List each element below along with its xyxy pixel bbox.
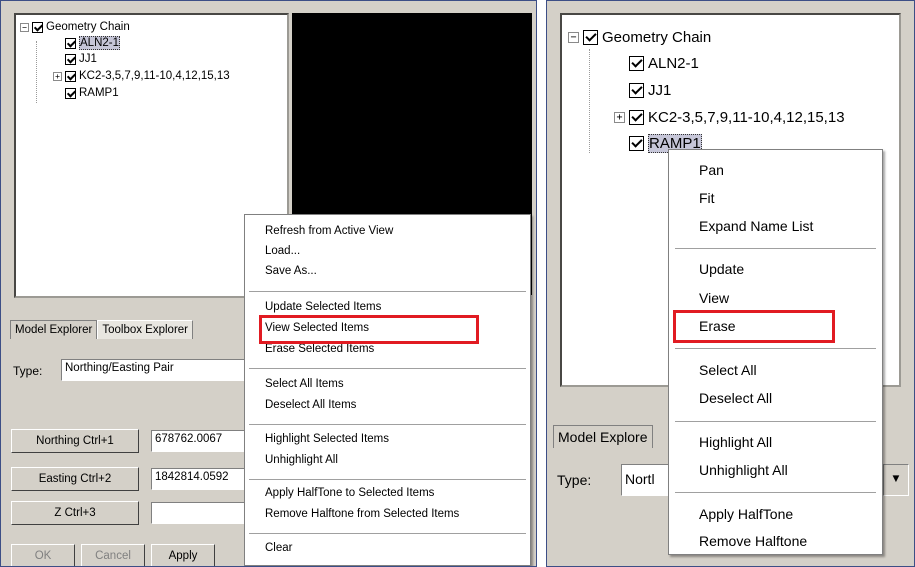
tab-toolbox-explorer[interactable]: Toolbox Explorer [97,320,193,339]
menu-item-select-all[interactable]: Select All Items [265,378,344,390]
expand-icon[interactable]: + [614,112,625,123]
menu-item-apply-halftone[interactable]: Apply HalfTone [699,506,793,522]
tree-item-label[interactable]: JJ1 [648,82,671,99]
tree-root[interactable]: − Geometry Chain [568,29,711,46]
tree-item-label[interactable]: JJ1 [79,53,97,65]
checkbox-icon[interactable] [65,70,76,82]
tree-item-label[interactable]: KC2-3,5,7,9,11-10,4,12,15,13 [79,70,230,82]
z-button[interactable]: Z Ctrl+3 [11,501,139,525]
tree-item-label[interactable]: RAMP1 [79,87,119,99]
menu-item-fit[interactable]: Fit [699,190,715,206]
context-menu: Refresh from Active View Load... Save As… [244,214,531,566]
menu-item-remove-halftone[interactable]: Remove Halftone [699,533,807,549]
menu-item-erase-selected[interactable]: Erase Selected Items [265,343,374,355]
chevron-down-icon: ▼ [890,473,902,485]
checkbox-icon[interactable] [629,56,644,71]
tree-root-label[interactable]: Geometry Chain [46,21,130,33]
cancel-button[interactable]: Cancel [81,544,145,566]
menu-item-update[interactable]: Update [699,261,744,277]
explorer-tabs: Model Explore [553,425,653,448]
type-label: Type: [557,472,592,488]
northing-button[interactable]: Northing Ctrl+1 [11,429,139,453]
menu-item-deselect-all[interactable]: Deselect All Items [265,399,356,411]
checkbox-icon[interactable] [32,21,43,33]
menu-item-load[interactable]: Load... [265,245,300,257]
checkbox-icon[interactable] [65,87,76,99]
type-label: Type: [13,364,43,378]
left-screenshot-panel: − Geometry Chain ALN2-1 JJ1 + KC2-3,5,7,… [0,0,537,567]
menu-item-update-selected[interactable]: Update Selected Items [265,301,381,313]
menu-item-unhighlight-all[interactable]: Unhighlight All [699,462,788,478]
menu-item-expand-name-list[interactable]: Expand Name List [699,218,813,234]
tab-model-explorer[interactable]: Model Explorer [10,320,98,339]
menu-item-remove-halftone[interactable]: Remove Halftone from Selected Items [265,508,459,520]
menu-separator [675,421,876,422]
expand-icon[interactable]: + [53,71,62,81]
menu-item-deselect-all[interactable]: Deselect All [699,390,772,406]
menu-separator [249,368,526,369]
checkbox-icon[interactable] [65,53,76,65]
menu-separator [249,424,526,425]
menu-item-refresh[interactable]: Refresh from Active View [265,225,393,237]
menu-item-save-as[interactable]: Save As... [265,265,317,277]
menu-item-view[interactable]: View [699,290,729,306]
tree-item-kc2[interactable]: + KC2-3,5,7,9,11-10,4,12,15,13 [53,70,230,82]
menu-item-pan[interactable]: Pan [699,162,724,178]
menu-separator [675,248,876,249]
tree-item-label[interactable]: ALN2-1 [79,36,120,50]
highlight-box [259,315,479,344]
type-select[interactable]: Northing/Easting Pair [61,359,246,381]
context-menu: Pan Fit Expand Name List Update View Era… [668,149,883,555]
tree-root[interactable]: − Geometry Chain [20,21,130,33]
tree-item-jj1[interactable]: JJ1 [65,53,97,65]
tree-item-kc2[interactable]: + KC2-3,5,7,9,11-10,4,12,15,13 [614,109,845,126]
collapse-icon[interactable]: − [568,32,579,43]
menu-separator [675,348,876,349]
menu-item-highlight-all[interactable]: Highlight All [699,434,772,450]
menu-separator [675,492,876,493]
menu-separator [249,533,526,534]
tree-item-label[interactable]: ALN2-1 [648,55,699,72]
ok-button[interactable]: OK [11,544,75,566]
tree-root-label[interactable]: Geometry Chain [602,29,711,46]
tree-item-aln2-1[interactable]: ALN2-1 [629,55,699,72]
menu-item-apply-halftone[interactable]: Apply HalfTone to Selected Items [265,487,434,499]
menu-item-clear[interactable]: Clear [265,542,292,554]
type-select-dropdown[interactable]: ▼ [883,464,909,496]
apply-button[interactable]: Apply [151,544,215,566]
z-field[interactable] [151,502,246,524]
menu-item-highlight-selected[interactable]: Highlight Selected Items [265,433,389,445]
checkbox-icon[interactable] [583,30,598,45]
menu-item-select-all[interactable]: Select All [699,362,757,378]
tree-item-jj1[interactable]: JJ1 [629,82,671,99]
tab-model-explorer[interactable]: Model Explore [553,425,653,448]
tree-item-label[interactable]: KC2-3,5,7,9,11-10,4,12,15,13 [648,109,845,126]
highlight-box [673,310,835,343]
menu-separator [249,291,526,292]
checkbox-icon[interactable] [629,110,644,125]
checkbox-icon[interactable] [629,83,644,98]
checkbox-icon[interactable] [629,136,644,151]
menu-separator [249,479,526,480]
menu-item-unhighlight-all[interactable]: Unhighlight All [265,454,338,466]
tree-item-ramp1[interactable]: RAMP1 [65,87,119,99]
easting-field[interactable]: 1842814.0592 [151,468,246,490]
northing-field[interactable]: 678762.0067 [151,430,246,452]
collapse-icon[interactable]: − [20,22,29,32]
tree-item-aln2-1[interactable]: ALN2-1 [65,36,120,50]
explorer-tabs: Model Explorer Toolbox Explorer [10,320,193,339]
checkbox-icon[interactable] [65,37,76,49]
easting-button[interactable]: Easting Ctrl+2 [11,467,139,491]
